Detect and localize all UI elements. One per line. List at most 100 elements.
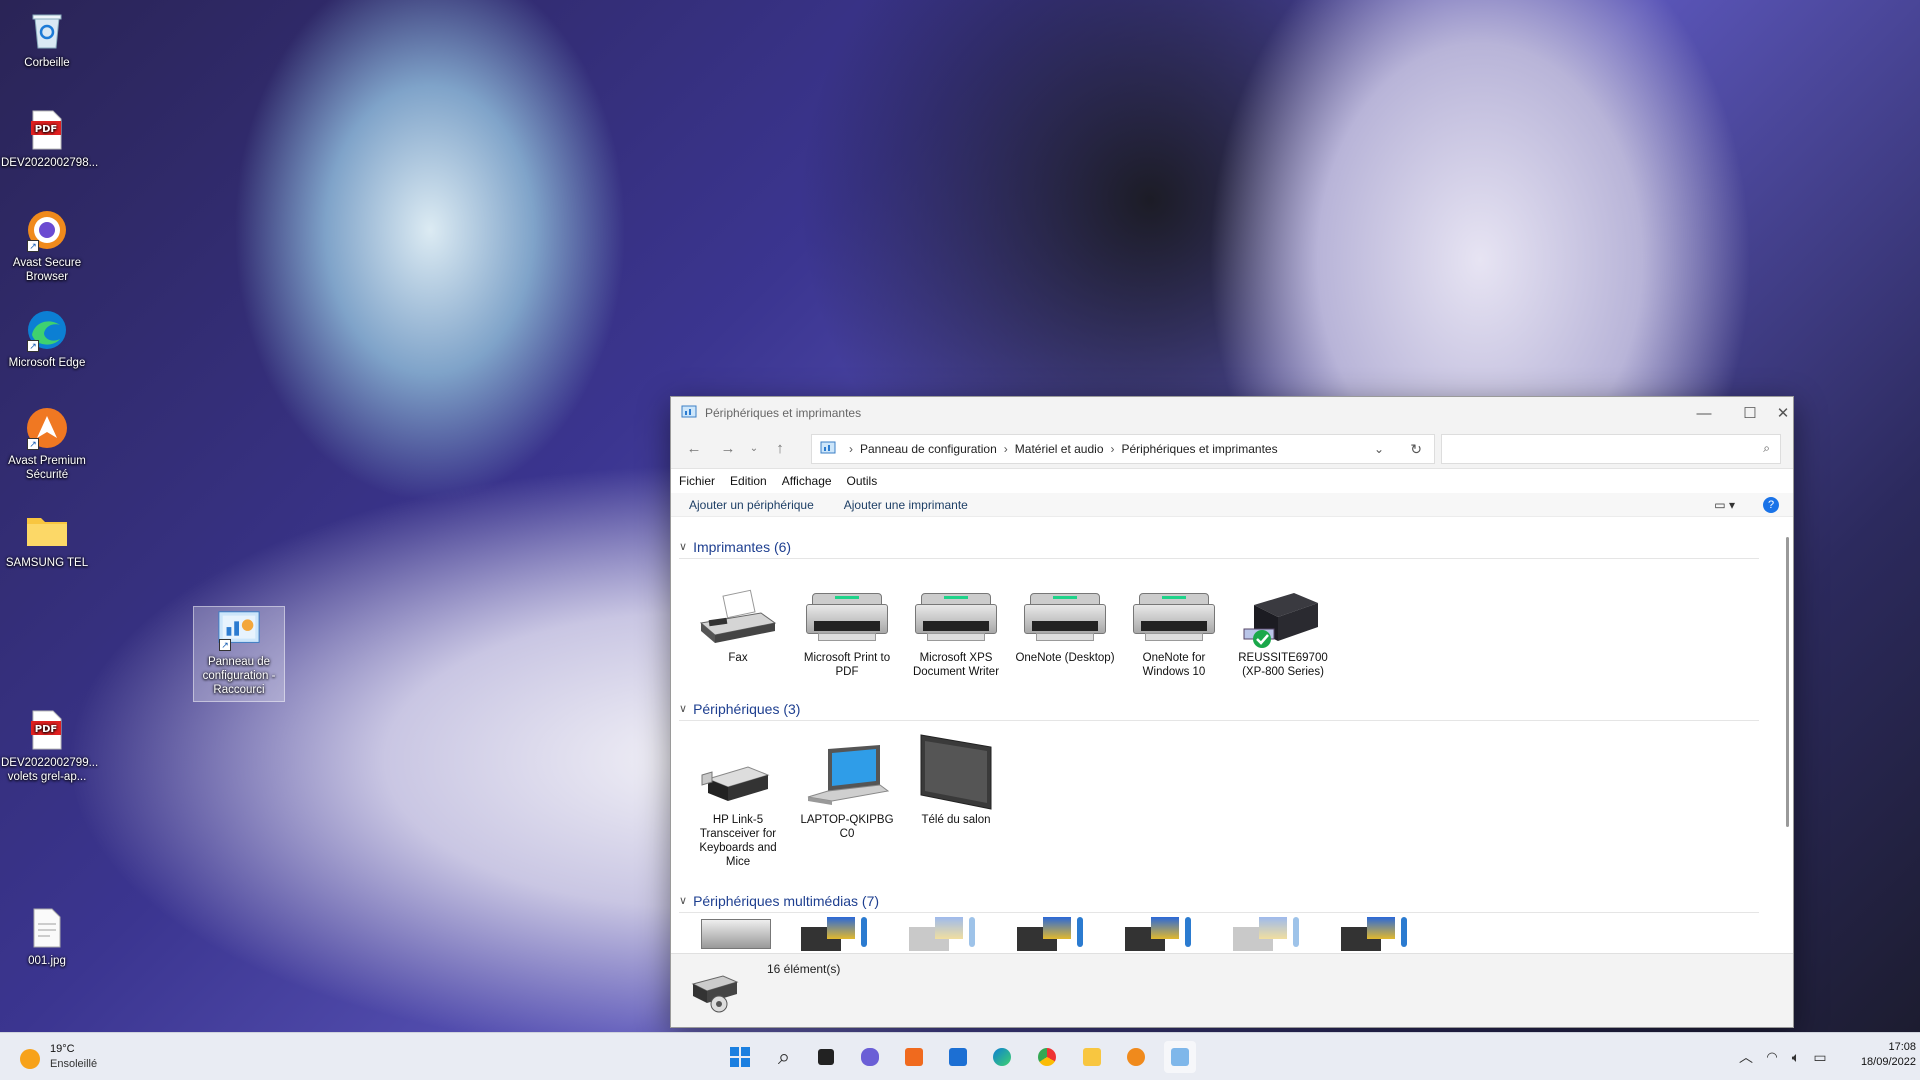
- device-item[interactable]: HP Link-5 Transceiver for Keyboards and …: [686, 725, 790, 869]
- desktop-icon-label: DEV2022002799... volets grel-ap...: [1, 757, 99, 783]
- search-icon[interactable]: ⌕: [768, 1041, 800, 1073]
- add-printer-button[interactable]: Ajouter une imprimante: [844, 498, 968, 512]
- forward-arrow-icon[interactable]: →: [711, 434, 745, 464]
- back-arrow-icon[interactable]: ←: [677, 434, 711, 464]
- maximize-button[interactable]: ☐: [1727, 397, 1773, 429]
- media-server-icon[interactable]: [909, 917, 985, 953]
- up-arrow-icon[interactable]: ↑: [763, 434, 797, 464]
- file-explorer-icon[interactable]: [1076, 1041, 1108, 1073]
- group-label: Imprimantes (6): [693, 538, 792, 555]
- device-item[interactable]: OneNote for Windows 10: [1122, 563, 1226, 679]
- media-server-icon[interactable]: [1017, 917, 1093, 953]
- shortcut-arrow-icon: ↗: [27, 438, 39, 450]
- media-server-icon[interactable]: [1341, 917, 1417, 953]
- pdf-badge-text: PDF: [35, 124, 57, 135]
- printer-icon: [904, 563, 1008, 651]
- device-item[interactable]: Microsoft XPS Document Writer: [904, 563, 1008, 679]
- printer-icon: [1122, 563, 1226, 651]
- edge-icon[interactable]: [986, 1041, 1018, 1073]
- avast-icon[interactable]: [898, 1041, 930, 1073]
- chrome-icon[interactable]: [1031, 1041, 1063, 1073]
- control-panel-icon: ↗: [217, 607, 261, 651]
- desktop-icon-avast-secure-browser[interactable]: ↗ Avast Secure Browser: [1, 208, 93, 284]
- menu-fichier[interactable]: Fichier: [679, 474, 715, 488]
- device-label: OneNote (Desktop): [1015, 652, 1115, 664]
- multimedia-device-icon[interactable]: [701, 919, 771, 949]
- desktop-icon-recycle-bin[interactable]: Corbeille: [1, 8, 93, 70]
- taskbar: 19°C Ensoleillé ⌕ ︿ ◠ 🔈︎ ▭ 17:08 18/09/2…: [0, 1032, 1920, 1080]
- desktop-icon-label: SAMSUNG TEL: [5, 557, 89, 569]
- recycle-bin-icon: [25, 8, 69, 52]
- address-bar[interactable]: › Panneau de configuration › Matériel et…: [811, 434, 1435, 464]
- menu-affichage[interactable]: Affichage: [782, 474, 832, 488]
- search-icon[interactable]: ⌕: [1763, 441, 1770, 456]
- breadcrumb-item[interactable]: Matériel et audio: [1015, 442, 1104, 456]
- weather-desc: Ensoleillé: [50, 1058, 98, 1070]
- device-item[interactable]: OneNote (Desktop): [1013, 563, 1117, 665]
- desktop-icon-label: DEV2022002798...: [1, 157, 99, 169]
- device-item[interactable]: LAPTOP-QKIPBG C0: [795, 725, 899, 841]
- shortcut-arrow-icon: ↗: [27, 240, 39, 252]
- desktop-icon-pdf-1[interactable]: PDF DEV2022002798...: [1, 108, 99, 170]
- desktop-icon-control-panel-shortcut[interactable]: ↗ Panneau de configuration - Raccourci: [193, 606, 285, 702]
- printer-icon: [1013, 563, 1117, 651]
- chevron-down-icon: ∨: [679, 895, 688, 907]
- desktop-icon-jpg[interactable]: 001.jpg: [1, 906, 93, 968]
- edge-icon: ↗: [25, 308, 69, 352]
- media-server-icon[interactable]: [1233, 917, 1309, 953]
- change-view-icon[interactable]: ▭ ▾: [1714, 498, 1735, 512]
- desktop-icon-samsung-folder[interactable]: SAMSUNG TEL: [1, 508, 93, 570]
- search-box[interactable]: ⌕: [1441, 434, 1781, 464]
- shortcut-arrow-icon: ↗: [219, 639, 231, 651]
- teams-chat-icon[interactable]: [854, 1041, 886, 1073]
- group-header-multimedia[interactable]: ∨ Périphériques multimédias (7): [679, 889, 1759, 913]
- clock[interactable]: 17:08 18/09/2022: [1856, 1041, 1916, 1068]
- image-file-icon: [25, 906, 69, 950]
- devices-printers-large-icon: [689, 968, 741, 1017]
- help-icon[interactable]: ?: [1763, 496, 1779, 513]
- device-label: OneNote for Windows 10: [1142, 652, 1206, 678]
- desktop-icon-edge[interactable]: ↗ Microsoft Edge: [1, 308, 93, 370]
- close-button[interactable]: ✕: [1773, 397, 1793, 429]
- group-label: Périphériques multimédias (7): [693, 892, 880, 909]
- breadcrumb-item[interactable]: Panneau de configuration: [860, 442, 997, 456]
- search-input[interactable]: [1442, 435, 1742, 463]
- add-device-button[interactable]: Ajouter un périphérique: [689, 498, 814, 512]
- control-panel-icon[interactable]: [1164, 1041, 1196, 1073]
- desktop-icon-avast-premium[interactable]: ↗ Avast Premium Sécurité: [1, 406, 93, 482]
- refresh-icon[interactable]: ↻: [1410, 441, 1422, 458]
- mail-icon[interactable]: [942, 1041, 974, 1073]
- device-item[interactable]: Fax: [686, 563, 790, 665]
- breadcrumb-separator-icon: ›: [1003, 442, 1008, 456]
- menu-outils[interactable]: Outils: [847, 474, 878, 488]
- group-header-printers[interactable]: ∨ Imprimantes (6): [679, 535, 1759, 559]
- device-item[interactable]: Télé du salon: [904, 725, 1008, 827]
- chevron-down-icon: ∨: [679, 703, 688, 715]
- breadcrumb-separator-icon: ›: [849, 442, 853, 456]
- recent-locations-chevron-icon[interactable]: ⌄: [745, 434, 763, 464]
- task-view-icon[interactable]: [810, 1041, 842, 1073]
- device-item[interactable]: Microsoft Print to PDF: [795, 563, 899, 679]
- desktop-icon-label: 001.jpg: [28, 955, 66, 967]
- breadcrumb-item[interactable]: Périphériques et imprimantes: [1122, 442, 1278, 456]
- desktop-icon-pdf-2[interactable]: PDF DEV2022002799... volets grel-ap...: [1, 708, 99, 784]
- address-dropdown-icon[interactable]: ⌄: [1374, 442, 1384, 456]
- window-titlebar[interactable]: Périphériques et imprimantes: [671, 397, 1793, 429]
- location-icon: [820, 441, 836, 458]
- device-item[interactable]: REUSSITE69700 (XP-800 Series): [1231, 563, 1335, 679]
- minimize-button[interactable]: —: [1681, 397, 1727, 429]
- desktop-icon-label: Avast Secure Browser: [12, 257, 82, 283]
- device-label: Microsoft XPS Document Writer: [912, 652, 1000, 678]
- chevron-down-icon: ∨: [679, 541, 688, 553]
- group-header-devices[interactable]: ∨ Périphériques (3): [679, 697, 1759, 721]
- menu-edition[interactable]: Edition: [730, 474, 767, 488]
- avast-browser-icon[interactable]: [1120, 1041, 1152, 1073]
- start-icon[interactable]: [724, 1041, 756, 1073]
- sun-icon: [20, 1049, 40, 1069]
- media-server-icon[interactable]: [1125, 917, 1201, 953]
- vertical-scrollbar[interactable]: [1786, 537, 1789, 827]
- battery-icon[interactable]: ▭: [1804, 1041, 1836, 1073]
- media-server-icon[interactable]: [801, 917, 877, 953]
- pdf-file-icon: PDF: [25, 108, 69, 152]
- folder-icon: [25, 508, 69, 552]
